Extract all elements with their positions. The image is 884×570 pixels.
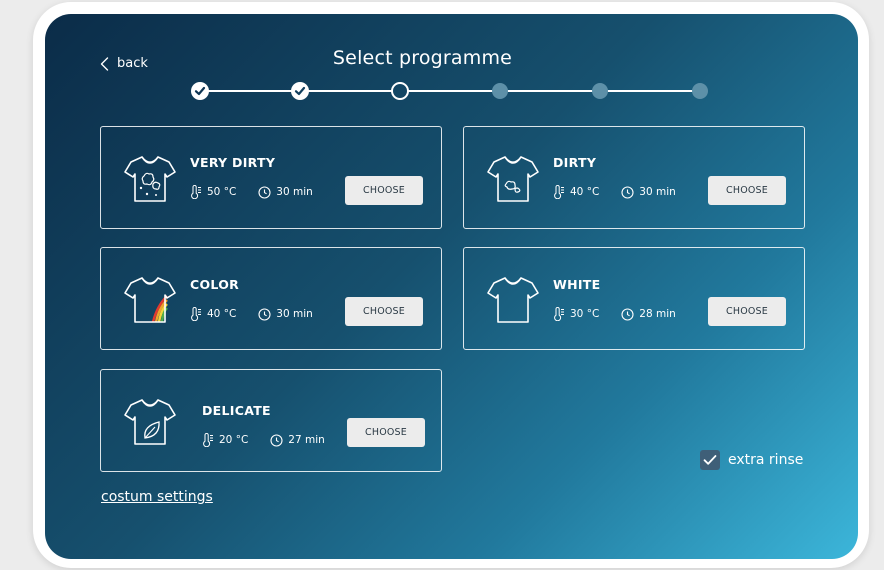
clock-icon: [258, 185, 271, 199]
time-value: 30 min: [276, 308, 313, 320]
choose-button-dirty[interactable]: CHOOSE: [708, 176, 786, 205]
time-info: 27 min: [270, 433, 325, 447]
stained-shirt-icon: [487, 156, 539, 202]
time-info: 30 min: [258, 185, 313, 199]
programme-name: DELICATE: [202, 403, 271, 418]
temperature-info: 40 °C: [553, 185, 599, 199]
clock-icon: [621, 185, 634, 199]
rainbow-shirt-icon: [124, 277, 176, 323]
programme-name: WHITE: [553, 277, 601, 292]
choose-button-white[interactable]: CHOOSE: [708, 297, 786, 326]
temperature-info: 20 °C: [202, 433, 248, 447]
programme-name: DIRTY: [553, 155, 597, 170]
washer-screen: back Select programme VERY DIRTY 50 °C 3…: [45, 14, 858, 559]
stained-shirt-icon: [124, 156, 176, 202]
time-value: 27 min: [288, 434, 325, 446]
temperature-info: 40 °C: [190, 307, 236, 321]
temperature-value: 30 °C: [570, 308, 600, 320]
extra-rinse-option[interactable]: extra rinse: [700, 450, 803, 470]
programme-card-dirty[interactable]: DIRTY 40 °C 30 min CHOOSE: [463, 126, 805, 229]
choose-button-very-dirty[interactable]: CHOOSE: [345, 176, 423, 205]
thermometer-icon: [554, 185, 564, 199]
step-4: [492, 83, 508, 99]
temperature-value: 40 °C: [570, 186, 600, 198]
check-icon: [703, 455, 717, 465]
programme-meta: 30 °C 28 min: [553, 307, 676, 321]
programme-card-delicate[interactable]: DELICATE 20 °C 27 min CHOOSE: [100, 369, 442, 472]
step-5: [592, 83, 608, 99]
programme-meta: 40 °C 30 min: [553, 185, 676, 199]
temperature-value: 40 °C: [207, 308, 237, 320]
thermometer-icon: [191, 185, 201, 199]
clock-icon: [270, 433, 283, 447]
step-2: [291, 82, 309, 100]
programme-card-color[interactable]: COLOR 40 °C 30 min CHOOSE: [100, 247, 442, 350]
step-3: [391, 82, 409, 100]
programme-card-very-dirty[interactable]: VERY DIRTY 50 °C 30 min CHOOSE: [100, 126, 442, 229]
choose-button-color[interactable]: CHOOSE: [345, 297, 423, 326]
time-info: 30 min: [258, 307, 313, 321]
programme-meta: 40 °C 30 min: [190, 307, 313, 321]
check-icon: [194, 86, 206, 96]
clock-icon: [621, 307, 634, 321]
programme-meta: 50 °C 30 min: [190, 185, 313, 199]
time-value: 30 min: [276, 186, 313, 198]
choose-button-delicate[interactable]: CHOOSE: [347, 418, 425, 447]
programme-name: COLOR: [190, 277, 240, 292]
temperature-value: 20 °C: [219, 434, 249, 446]
programme-card-white[interactable]: WHITE 30 °C 28 min CHOOSE: [463, 247, 805, 350]
temperature-info: 50 °C: [190, 185, 236, 199]
time-info: 28 min: [621, 307, 676, 321]
clock-icon: [258, 307, 271, 321]
progress-stepper: [191, 80, 711, 102]
shirt-icon: [487, 277, 539, 323]
time-value: 30 min: [639, 186, 676, 198]
time-info: 30 min: [621, 185, 676, 199]
thermometer-icon: [554, 307, 564, 321]
step-1: [191, 82, 209, 100]
page-title: Select programme: [332, 47, 513, 69]
temperature-info: 30 °C: [553, 307, 599, 321]
temperature-value: 50 °C: [207, 186, 237, 198]
time-value: 28 min: [639, 308, 676, 320]
programme-meta: 20 °C 27 min: [202, 433, 325, 447]
thermometer-icon: [203, 433, 213, 447]
step-6: [692, 83, 708, 99]
programme-name: VERY DIRTY: [190, 155, 276, 170]
extra-rinse-checkbox[interactable]: [700, 450, 720, 470]
check-icon: [294, 86, 306, 96]
extra-rinse-label: extra rinse: [728, 452, 804, 468]
thermometer-icon: [191, 307, 201, 321]
custom-settings-link[interactable]: costum settings: [101, 489, 213, 505]
stepper-line-todo: [400, 90, 700, 92]
leaf-shirt-icon: [124, 399, 176, 445]
